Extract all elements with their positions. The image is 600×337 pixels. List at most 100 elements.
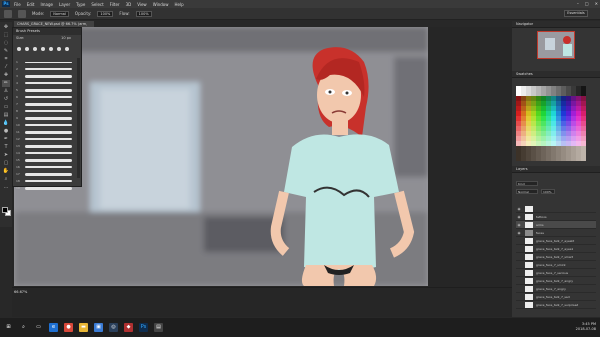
brush-preset-item[interactable]: 3: [16, 74, 72, 78]
brush-tip[interactable]: [25, 47, 29, 51]
quick-select-tool-icon[interactable]: ✎: [2, 48, 10, 55]
brush-preset-item[interactable]: 10: [16, 123, 72, 127]
layer-row[interactable]: ◉: [516, 205, 596, 213]
brush-preset-item[interactable]: 7: [16, 102, 72, 106]
layer-row[interactable]: ◉ tattoos: [516, 213, 596, 221]
menu-3d[interactable]: 3D: [126, 2, 132, 7]
app-icon[interactable]: ◆: [124, 323, 133, 332]
history-brush-tool-icon[interactable]: ↺: [2, 96, 10, 103]
brush-tip[interactable]: [49, 47, 53, 51]
close-button[interactable]: ✕: [595, 1, 598, 6]
steam-icon[interactable]: ◎: [109, 323, 118, 332]
search-icon[interactable]: ⌕: [19, 323, 28, 332]
brush-preset-item[interactable]: 8: [16, 109, 72, 113]
clone-stamp-tool-icon[interactable]: ♙: [2, 88, 10, 95]
brush-size-value[interactable]: 10 px: [61, 35, 71, 42]
menu-filter[interactable]: Filter: [110, 2, 120, 7]
brush-tip[interactable]: [57, 47, 61, 51]
layer-row[interactable]: grace_face_7_angry: [516, 285, 596, 293]
lasso-tool-icon[interactable]: ◌: [2, 40, 10, 47]
pen-tool-icon[interactable]: ✒: [2, 136, 10, 143]
chrome-icon[interactable]: ●: [64, 323, 73, 332]
path-select-tool-icon[interactable]: ➤: [2, 152, 10, 159]
layer-row[interactable]: grace_face_talk_7_surprised: [516, 301, 596, 309]
brush-panel-scrollbar[interactable]: [77, 58, 80, 178]
zoom-readout[interactable]: 66.67%: [14, 290, 27, 294]
menu-view[interactable]: View: [137, 2, 147, 7]
layer-row[interactable]: grace_face_7_smirk: [516, 261, 596, 269]
eraser-tool-icon[interactable]: ▭: [2, 104, 10, 111]
foreground-color-swatch[interactable]: [2, 207, 8, 213]
menu-file[interactable]: File: [14, 2, 21, 7]
hand-tool-icon[interactable]: ✋: [2, 168, 10, 175]
brush-preset-item[interactable]: 9: [16, 116, 72, 120]
opacity-field[interactable]: 100%: [97, 10, 114, 17]
brush-tip[interactable]: [41, 47, 45, 51]
brush-preset-item[interactable]: 4: [16, 81, 72, 85]
layer-group-row[interactable]: ◉ faces: [516, 229, 596, 237]
maximize-button[interactable]: □: [585, 1, 589, 6]
layer-row[interactable]: grace_face_7_serious: [516, 269, 596, 277]
layer-row[interactable]: grace_face_talk_7_angry: [516, 277, 596, 285]
brush-preset-picker-icon[interactable]: [18, 9, 26, 18]
store-icon[interactable]: ▣: [94, 323, 103, 332]
menu-type[interactable]: Type: [76, 2, 85, 7]
start-menu-icon[interactable]: ⊞: [4, 323, 13, 332]
dodge-tool-icon[interactable]: ●: [2, 128, 10, 135]
brush-preset-item[interactable]: 2: [16, 67, 72, 71]
swatches-tab[interactable]: Swatches: [512, 71, 600, 78]
crop-tool-icon[interactable]: ⌗: [2, 56, 10, 63]
layer-opacity[interactable]: 100%: [541, 189, 555, 194]
menu-edit[interactable]: Edit: [27, 2, 35, 7]
brush-tool-icon-active[interactable]: ✏: [2, 80, 10, 87]
layer-row[interactable]: grace_face_talk_7_smart: [516, 253, 596, 261]
visibility-eye-icon[interactable]: ◉: [516, 223, 522, 227]
swatch-grid[interactable]: [516, 86, 586, 162]
brush-preset-item[interactable]: 11: [16, 130, 72, 134]
zoom-tool-icon[interactable]: ⌕: [2, 176, 10, 183]
layer-kind-filter[interactable]: Kind: [516, 181, 538, 186]
menu-window[interactable]: Window: [153, 2, 169, 7]
layer-row-selected[interactable]: ◉ arms: [516, 221, 596, 229]
layer-row[interactable]: grace_face_talk_7_eyes1: [516, 245, 596, 253]
brush-preset-item[interactable]: 5: [16, 88, 72, 92]
brush-preset-item[interactable]: 16: [16, 165, 72, 169]
photoshop-taskbar-icon[interactable]: Ps: [139, 323, 148, 332]
brush-preset-item[interactable]: 15: [16, 158, 72, 162]
brush-preset-item[interactable]: 1: [16, 60, 72, 64]
shape-tool-icon[interactable]: ▢: [2, 160, 10, 167]
brush-preset-item[interactable]: 18: [16, 179, 72, 183]
layers-tab[interactable]: Layers: [512, 166, 600, 173]
menu-layer[interactable]: Layer: [59, 2, 70, 7]
app-icon[interactable]: ▤: [154, 323, 163, 332]
brush-tip[interactable]: [33, 47, 37, 51]
visibility-eye-icon[interactable]: ◉: [516, 207, 522, 211]
edge-browser-icon[interactable]: e: [49, 323, 58, 332]
brush-preset-item[interactable]: 17: [16, 172, 72, 176]
task-view-icon[interactable]: ▭: [34, 323, 43, 332]
visibility-eye-icon[interactable]: ◉: [516, 231, 522, 235]
flow-field[interactable]: 100%: [135, 10, 152, 17]
brush-tip[interactable]: [65, 47, 69, 51]
navigator-preview[interactable]: [537, 31, 575, 59]
brush-tool-icon[interactable]: [4, 9, 12, 18]
healing-tool-icon[interactable]: ✚: [2, 72, 10, 79]
gradient-tool-icon[interactable]: ▤: [2, 112, 10, 119]
navigator-tab[interactable]: Navigator: [512, 21, 600, 28]
brush-preset-item[interactable]: 19: [16, 186, 72, 190]
layer-row[interactable]: grace_face_talk_7_eyeslit: [516, 237, 596, 245]
layer-row[interactable]: grace_face_talk_7_sad: [516, 293, 596, 301]
eyedropper-tool-icon[interactable]: ⁄: [2, 64, 10, 71]
system-tray-clock[interactable]: 3:45 PM 2018-07-08: [576, 322, 596, 332]
more-tools-icon[interactable]: …: [2, 184, 10, 191]
file-explorer-icon[interactable]: ▬: [79, 323, 88, 332]
mode-select[interactable]: Normal: [50, 10, 69, 17]
brush-preset-item[interactable]: 12: [16, 137, 72, 141]
brush-preset-item[interactable]: 6: [16, 95, 72, 99]
visibility-eye-icon[interactable]: ◉: [516, 215, 522, 219]
blur-tool-icon[interactable]: 💧: [2, 120, 10, 127]
type-tool-icon[interactable]: T: [2, 144, 10, 151]
brush-preset-item[interactable]: 14: [16, 151, 72, 155]
brush-preset-item[interactable]: 13: [16, 144, 72, 148]
menu-image[interactable]: Image: [40, 2, 53, 7]
